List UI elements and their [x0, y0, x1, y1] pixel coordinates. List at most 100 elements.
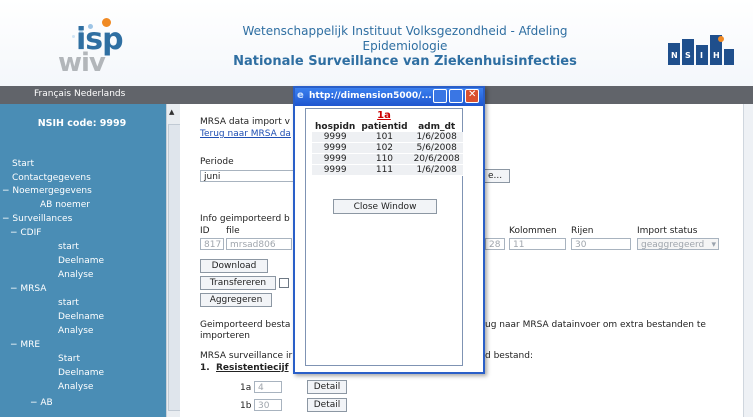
table-row: 9999 101 1/6/2008 [312, 132, 463, 143]
table-header-row: hospidn patientid adm_dt [312, 122, 463, 132]
info-label: Info geimporteerd b [200, 214, 290, 224]
periode-label: Periode [200, 157, 234, 167]
sidebar-item-mre[interactable]: − MRE [10, 340, 40, 350]
row-1b-value[interactable]: 30 [254, 399, 282, 411]
sidebar: NSIH code: 9999 Start Contactgegevens − … [0, 104, 180, 417]
rijen-field[interactable]: 30 [571, 238, 631, 250]
cell-patientid: 102 [358, 142, 411, 154]
page-scrollbar[interactable] [743, 104, 753, 417]
sidebar-item-cdif-deelname[interactable]: Deelname [58, 256, 104, 266]
row-1a-detail-button[interactable]: Detail [307, 380, 347, 394]
cell-adm-dt: 5/6/2008 [410, 142, 463, 154]
header-title-line1: Wetenschappelijk Instituut Volksgezondhe… [242, 24, 568, 38]
header-title-line2: Epidemiologie [362, 39, 448, 53]
geimporteerd-text-left: Geimporteerd besta [200, 320, 291, 330]
sidebar-item-ab-noemer[interactable]: AB noemer [40, 200, 90, 210]
nsih-code: NSIH code: 9999 [37, 118, 127, 129]
sidebar-item-mre-deelname[interactable]: Deelname [58, 368, 104, 378]
chevron-down-icon: ▾ [711, 240, 716, 250]
cell-hospidn: 9999 [312, 164, 359, 176]
kolommen-field[interactable]: 11 [509, 238, 566, 250]
nsih-logo: N S I H [668, 35, 734, 65]
table-row: 9999 111 1/6/2008 [312, 164, 463, 176]
sidebar-item-mrsa-start[interactable]: start [58, 298, 79, 308]
sidebar-item-cdif-analyse[interactable]: Analyse [58, 270, 93, 280]
import-title: MRSA data import v [200, 117, 290, 127]
isp-wiv-logo: isp wiv [46, 14, 136, 78]
row-1b-label: 1b [240, 401, 252, 411]
import-id-field[interactable]: 817 [200, 238, 224, 250]
geimporteerd-text-right: ug naar MRSA datainvoer om extra bestand… [485, 320, 706, 330]
sidebar-item-cdif-start[interactable]: start [58, 242, 79, 252]
import-status-value: geaggregeerd [641, 240, 705, 250]
col-adm-dt: adm_dt [418, 122, 456, 132]
sidebar-item-mre-start[interactable]: Start [58, 354, 80, 364]
cell-hospidn: 9999 [312, 153, 359, 165]
row-1a-label: 1a [240, 383, 252, 393]
surveillance-text-left: MRSA surveillance ir [200, 351, 293, 361]
back-to-mrsa-link[interactable]: Terug naar MRSA da [200, 129, 291, 139]
sidebar-scrollbar[interactable]: ▲ [166, 104, 181, 417]
col-file-header: file [226, 226, 240, 236]
nsih-letter-n: N [671, 51, 678, 60]
sidebar-item-start[interactable]: Start [12, 159, 34, 169]
sidebar-item-contactgegevens[interactable]: Contactgegevens [12, 173, 91, 183]
logo-dot [72, 35, 75, 38]
cell-adm-dt: 1/6/2008 [410, 132, 463, 143]
table-row: 9999 102 5/6/2008 [312, 142, 463, 154]
scroll-up-icon[interactable]: ▲ [169, 108, 174, 116]
language-links[interactable]: Français Nederlands [34, 89, 125, 99]
close-icon: ✕ [468, 89, 477, 100]
sidebar-item-mrsa-deelname[interactable]: Deelname [58, 312, 104, 322]
minimize-button[interactable] [433, 89, 447, 103]
section-number: 1. [200, 363, 210, 373]
cell-hospidn: 9999 [312, 142, 359, 154]
aggregeren-button[interactable]: Aggregeren [200, 293, 272, 307]
cell-adm-dt: 20/6/2008 [410, 153, 463, 165]
col-import-status-header: Import status [637, 226, 698, 236]
sidebar-item-ab[interactable]: − AB [30, 398, 53, 408]
sidebar-item-cdif[interactable]: − CDIF [10, 228, 41, 238]
surveillance-text-right: d bestand: [485, 351, 534, 361]
cell-patientid: 111 [358, 164, 411, 176]
close-window-button[interactable]: ✕ [465, 89, 479, 103]
section-title: Resistentiecijf [216, 363, 289, 373]
maximize-button[interactable] [449, 89, 463, 103]
import-file-field[interactable]: mrsad806 [226, 238, 292, 250]
row-1a-value[interactable]: 4 [254, 381, 282, 393]
patient-table: hospidn patientid adm_dt 9999 101 1/6/20… [312, 122, 463, 176]
popup-heading: 1a [377, 110, 391, 121]
cell-adm-dt: 1/6/2008 [410, 164, 463, 176]
nsih-letter-s: S [685, 51, 691, 60]
nsih-letter-h: H [713, 51, 720, 60]
transfereren-button[interactable]: Transfereren [200, 276, 276, 290]
importeren-text: importeren [200, 331, 250, 341]
download-button[interactable]: Download [200, 259, 268, 273]
col-kolommen-header: Kolommen [509, 226, 557, 236]
import-status-select[interactable]: geaggregeerd ▾ [637, 238, 719, 250]
import-count-field[interactable]: 28 [485, 238, 505, 250]
header-title: Wetenschappelijk Instituut Volksgezondhe… [215, 24, 595, 69]
close-window-link-button[interactable]: Close Window [333, 199, 437, 214]
sidebar-item-mre-analyse[interactable]: Analyse [58, 382, 93, 392]
header-title-line3: Nationale Surveillance van Ziekenhuisinf… [233, 54, 577, 69]
cell-hospidn: 9999 [312, 132, 359, 143]
popup-title: http://dimension5000/... [309, 91, 432, 101]
cell-patientid: 101 [358, 132, 411, 143]
col-hospidn: hospidn [315, 122, 356, 132]
nsih-letter-i: I [700, 51, 703, 60]
row-1b-detail-button[interactable]: Detail [307, 398, 347, 412]
table-row: 9999 110 20/6/2008 [312, 153, 463, 165]
sidebar-item-surveillances[interactable]: − Surveillances [2, 214, 72, 224]
col-patientid: patientid [361, 122, 408, 132]
sidebar-item-mrsa[interactable]: − MRSA [10, 284, 46, 294]
page-header: isp wiv Wetenschappelijk Instituut Volks… [0, 0, 753, 87]
col-rijen-header: Rijen [571, 226, 594, 236]
popup-titlebar[interactable]: e http://dimension5000/... ✕ [295, 88, 483, 106]
periode-field[interactable]: juni [200, 170, 295, 182]
transfereren-checkbox[interactable] [279, 278, 289, 288]
popup-body: 1a hospidn patientid adm_dt 9999 101 1/6… [305, 108, 463, 366]
sidebar-item-mrsa-analyse[interactable]: Analyse [58, 326, 93, 336]
sidebar-item-noemergegevens[interactable]: − Noemergegevens [2, 186, 92, 196]
logo-wiv-text: wiv [58, 48, 106, 78]
